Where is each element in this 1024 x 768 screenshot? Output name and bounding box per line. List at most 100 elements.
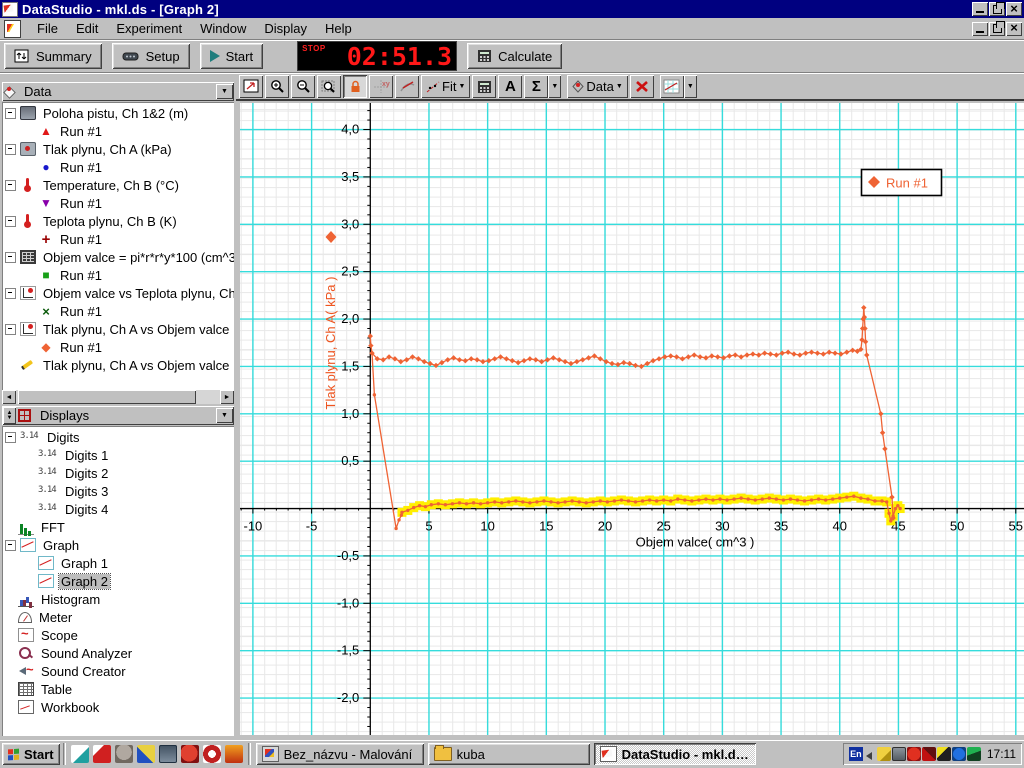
display-item-digits-3[interactable]: Digits 3 <box>2 482 234 500</box>
calculate-button[interactable]: Calculate <box>467 43 562 69</box>
task-paint[interactable]: Bez_názvu - Malování <box>256 743 424 765</box>
collapse-icon[interactable] <box>5 252 16 263</box>
data-tree-hscrollbar[interactable]: ◄ ► <box>2 390 234 404</box>
quicklaunch-acrobat-icon[interactable] <box>93 745 111 763</box>
graph-settings-dropdown-button[interactable]: ▼ <box>684 75 697 98</box>
data-menu-button[interactable]: Data ▼ <box>567 75 627 98</box>
displays-dropdown-button[interactable]: ▼ <box>216 408 233 423</box>
task-datastudio-active[interactable]: DataStudio - mkl.ds - ... <box>594 743 756 765</box>
quicklaunch-dragon-icon[interactable] <box>181 745 199 763</box>
summary-button[interactable]: Summary <box>4 43 102 69</box>
keyboard-layout-indicator[interactable]: En <box>849 747 863 761</box>
quicklaunch-notes-icon[interactable] <box>71 745 89 763</box>
minimize-button[interactable] <box>972 2 988 16</box>
display-item-graph-1[interactable]: Graph 1 <box>2 554 234 572</box>
calculate-tool-button[interactable] <box>472 75 496 98</box>
quicklaunch-opera-icon[interactable] <box>203 745 221 763</box>
data-run-item[interactable]: ▼Run #1 <box>2 194 234 212</box>
collapse-icon[interactable] <box>5 144 16 155</box>
zoom-in-button[interactable] <box>265 75 289 98</box>
graph-plot-area[interactable]: -10-55101520253035404550554,03,53,02,52,… <box>240 103 1024 735</box>
start-menu-button[interactable]: Start <box>2 743 60 765</box>
scroll-right-icon[interactable]: ► <box>220 390 234 404</box>
pane-splitter-icon[interactable]: ▲▼ <box>3 407 16 424</box>
task-kuba-folder[interactable]: kuba <box>428 743 590 765</box>
data-run-item[interactable]: ■Run #1 <box>2 266 234 284</box>
xy-tool-button[interactable]: xy <box>369 75 393 98</box>
collapse-icon[interactable] <box>5 540 16 551</box>
volume-icon[interactable] <box>866 752 872 760</box>
display-item-graph-2-selected[interactable]: Graph 2 <box>2 572 234 590</box>
data-item-tlak-vs-objem-2[interactable]: Tlak plynu, Ch A vs Objem valce <box>2 356 234 374</box>
display-item-scope[interactable]: Scope <box>2 626 234 644</box>
scrollbar-thumb[interactable] <box>18 390 196 404</box>
scroll-left-icon[interactable]: ◄ <box>2 390 16 404</box>
display-item-table[interactable]: Table <box>2 680 234 698</box>
setup-button[interactable]: Setup <box>112 43 190 69</box>
data-item-teplota-plynu[interactable]: Teplota plynu, Ch B (K) <box>2 212 234 230</box>
mdi-minimize-button[interactable] <box>972 22 988 36</box>
mdi-restore-button[interactable] <box>989 22 1005 36</box>
smart-tool-button[interactable] <box>343 75 367 98</box>
restore-button[interactable] <box>989 2 1005 16</box>
collapse-icon[interactable] <box>5 108 16 119</box>
display-item-graph[interactable]: Graph <box>2 536 234 554</box>
fit-menu-button[interactable]: Fit ▼ <box>421 75 470 98</box>
tray-lightning-icon[interactable] <box>937 747 951 761</box>
quicklaunch-pen-icon[interactable] <box>137 745 155 763</box>
display-item-sound-creator[interactable]: Sound Creator <box>2 662 234 680</box>
data-dropdown-button[interactable]: ▼ <box>216 84 233 99</box>
quicklaunch-bird-icon[interactable] <box>115 745 133 763</box>
data-run-item[interactable]: ×Run #1 <box>2 302 234 320</box>
data-item-tlak-plynu[interactable]: Tlak plynu, Ch A (kPa) <box>2 140 234 158</box>
tray-red-icon[interactable] <box>922 747 936 761</box>
data-item-objem-vs-teplota[interactable]: Objem valce vs Teplota plynu, Ch <box>2 284 234 302</box>
display-item-meter[interactable]: Meter <box>2 608 234 626</box>
data-run-item[interactable]: ▲Run #1 <box>2 122 234 140</box>
tray-ati-icon[interactable] <box>907 747 921 761</box>
statistics-button[interactable]: Σ <box>524 75 548 98</box>
display-item-digits-1[interactable]: Digits 1 <box>2 446 234 464</box>
menu-file[interactable]: File <box>29 19 66 38</box>
display-item-histogram[interactable]: Histogram <box>2 590 234 608</box>
graph-settings-button[interactable] <box>660 75 684 98</box>
display-item-workbook[interactable]: Workbook <box>2 698 234 716</box>
tray-scheduler-icon[interactable] <box>892 747 906 761</box>
zoom-select-button[interactable] <box>317 75 341 98</box>
start-button[interactable]: Start <box>200 43 263 69</box>
collapse-icon[interactable] <box>5 288 16 299</box>
collapse-icon[interactable] <box>5 432 16 443</box>
menu-display[interactable]: Display <box>256 19 315 38</box>
data-run-item[interactable]: +Run #1 <box>2 230 234 248</box>
collapse-icon[interactable] <box>5 216 16 227</box>
close-button[interactable]: × <box>1006 2 1022 16</box>
menu-experiment[interactable]: Experiment <box>108 19 190 38</box>
display-item-digits[interactable]: Digits <box>2 428 234 446</box>
display-item-digits-2[interactable]: Digits 2 <box>2 464 234 482</box>
display-item-digits-4[interactable]: Digits 4 <box>2 500 234 518</box>
statistics-dropdown-button[interactable]: ▼ <box>548 75 561 98</box>
quicklaunch-flame-icon[interactable] <box>225 745 243 763</box>
data-item-tlak-vs-objem[interactable]: Tlak plynu, Ch A vs Objem valce <box>2 320 234 338</box>
data-run-item[interactable]: ●Run #1 <box>2 158 234 176</box>
text-tool-button[interactable]: A <box>498 75 522 98</box>
tray-icon-yellow[interactable] <box>877 747 891 761</box>
displays-panel-header[interactable]: ▲▼ Displays ▼ <box>2 406 234 425</box>
collapse-icon[interactable] <box>5 180 16 191</box>
tray-arrows-icon[interactable] <box>952 747 966 761</box>
display-item-sound-analyzer[interactable]: Sound Analyzer <box>2 644 234 662</box>
data-item-temperature[interactable]: Temperature, Ch B (°C) <box>2 176 234 194</box>
collapse-icon[interactable] <box>5 324 16 335</box>
data-run-item[interactable]: ◆Run #1 <box>2 338 234 356</box>
menu-edit[interactable]: Edit <box>68 19 106 38</box>
scale-to-fit-button[interactable] <box>239 75 263 98</box>
tray-green-icon[interactable] <box>967 747 981 761</box>
data-panel-header[interactable]: Data ▼ <box>2 82 234 101</box>
data-item-objem-valce[interactable]: Objem valce = pi*r*r*y*100 (cm^3) <box>2 248 234 266</box>
document-icon[interactable] <box>4 20 21 38</box>
delete-button[interactable] <box>630 75 654 98</box>
display-item-fft[interactable]: FFT <box>2 518 234 536</box>
quicklaunch-calculator-icon[interactable] <box>159 745 177 763</box>
menu-help[interactable]: Help <box>317 19 360 38</box>
menu-window[interactable]: Window <box>192 19 254 38</box>
